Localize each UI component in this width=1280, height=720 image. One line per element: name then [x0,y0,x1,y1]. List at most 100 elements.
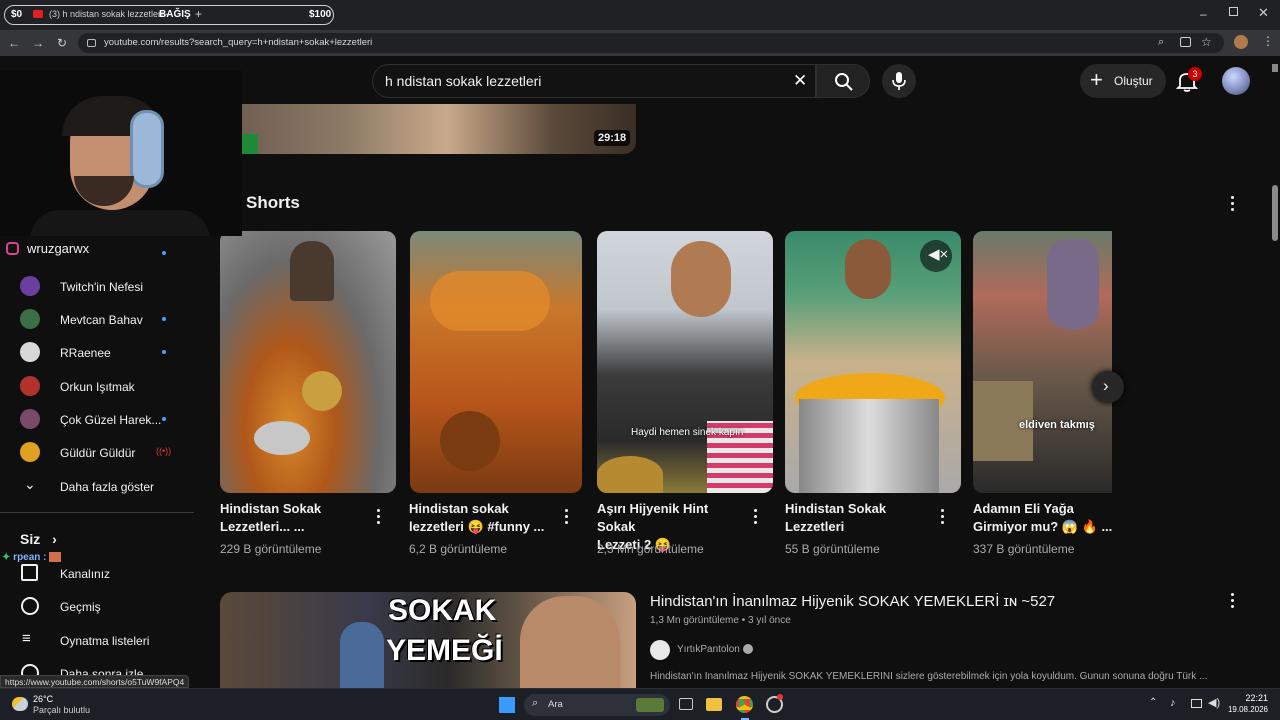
sidebar-item-your-channel[interactable]: Kanalınız [0,558,196,588]
search-button[interactable] [816,64,870,98]
channel-avatar[interactable] [650,640,670,660]
taskbar-search[interactable]: ⌕ Ara [524,694,670,716]
short-thumbnail-2[interactable] [410,231,582,493]
video-title[interactable]: Hindistan'ın İnanılmaz Hijyenik SOKAK YE… [650,593,1055,610]
search-icon: ⌕ [532,697,539,709]
shelf-menu-icon[interactable] [1231,196,1235,212]
title-line: Adamın Eli Yağa [973,501,1074,516]
short-menu-icon[interactable] [377,509,381,525]
temperature: 26°C [33,694,54,704]
title-line: Hindistan Sokak [785,501,887,516]
subscription-item[interactable]: Çok Güzel Harek... [0,404,196,434]
new-tab-icon[interactable]: + [195,7,202,21]
mute-button[interactable]: ◀× [920,240,952,272]
file-explorer-icon[interactable] [706,698,722,711]
microphone-icon [892,72,906,90]
new-content-dot [162,417,166,421]
account-avatar[interactable] [1222,67,1250,95]
forward-icon[interactable]: → [30,35,46,51]
browser-menu-icon[interactable]: ⋮ [1262,34,1274,48]
bookmark-star-icon[interactable]: ☆ [1201,35,1212,49]
site-info-icon[interactable] [87,39,96,47]
url-field[interactable]: youtube.com/results?search_query=h+ndist… [78,33,1224,53]
tray-overflow-icon[interactable]: ⌃ [1149,697,1157,708]
bowl-shape [254,421,310,455]
short-title-2[interactable]: Hindistan sokak lezzetleri 😝 #funny ... [409,500,559,536]
video-thumbnail[interactable]: SOKAK YEMEĞİ [220,592,636,688]
previous-video-thumbnail[interactable]: 29:18 [218,104,636,154]
chevron-down-icon: ⌄ [24,476,36,492]
weather-icon [12,697,28,711]
channel-avatar [20,442,40,462]
subscription-item[interactable]: RRaenee [0,337,196,367]
search-query: h ndistan sokak lezzetleri [385,73,542,89]
subscription-item[interactable]: Orkun Işıtmak [0,371,196,401]
sidebar-item-label: Kanalınız [60,567,111,581]
you-section-header[interactable]: Siz › [20,531,57,547]
show-more-button[interactable]: ⌄ Daha fazla göster [0,471,196,501]
short-menu-icon[interactable] [565,509,569,525]
task-view-icon[interactable] [679,698,693,710]
zoom-icon[interactable]: ⌕ [1158,36,1164,49]
sidebar-item-history[interactable]: Geçmiş [0,591,196,621]
video-menu-icon[interactable] [1231,593,1235,609]
scroll-up-icon[interactable] [1272,64,1278,72]
notifications-button[interactable]: 3 [1175,67,1202,94]
subscription-item[interactable]: Güldür Güldür ((•)) [0,437,196,467]
maximize-icon[interactable] [1229,7,1238,16]
clock-time[interactable]: 22:21 [1230,693,1268,703]
channel-name: RRaenee [60,346,111,360]
profile-icon[interactable] [1234,35,1248,49]
voice-search-button[interactable] [882,64,916,98]
windows-taskbar: 26°C Parçalı bulutlu ⌕ Ara ⌃ ♪ ◀) 22:21 … [0,688,1280,720]
minimize-icon[interactable]: – [1200,7,1207,21]
vendor-face [845,239,891,299]
shorts-next-button[interactable]: › [1092,371,1124,403]
display-icon[interactable] [1191,699,1202,708]
short-thumbnail-1[interactable] [220,231,396,493]
thumbnail-text-1: SOKAK [388,594,497,627]
short-overlay-text: Haydi hemen sinek kapın [631,427,744,438]
title-line: Hindistan Sokak [220,501,322,516]
short-title-5[interactable]: Adamın Eli Yağa Girmiyor mu? 😱 🔥 ... [973,500,1113,536]
channel-name: Çok Güzel Harek... [60,413,162,427]
title-line: Lezzetleri... ... [220,519,305,534]
pot-shape [440,411,500,471]
stream-username: wruzgarwx [27,241,90,256]
left-amount: $0 [11,9,23,20]
vendor-face [671,241,731,317]
short-menu-icon[interactable] [754,509,758,525]
subscription-item[interactable]: Twitch'in Nefesi [0,271,196,301]
short-menu-icon[interactable] [941,509,945,525]
short-thumbnail-3[interactable]: Haydi hemen sinek kapın [597,231,773,493]
install-app-icon[interactable] [1180,37,1191,47]
reload-icon[interactable]: ↻ [54,35,70,51]
subscription-item[interactable]: Mevtcan Bahav [0,304,196,334]
sidebar-item-playlists[interactable]: ≡ Oynatma listeleri [0,625,196,655]
short-title-4[interactable]: Hindistan Sokak Lezzetleri [785,500,935,536]
clear-search-icon[interactable]: ✕ [793,71,807,91]
microphone-icon[interactable]: ♪ [1170,697,1176,709]
channel-avatar [20,276,40,296]
short-thumbnail-5[interactable]: eldiven takmış [973,231,1112,493]
weather-widget[interactable]: 26°C Parçalı bulutlu [8,693,108,717]
windows-start-icon[interactable] [499,697,515,713]
create-button[interactable]: + Oluştur [1080,64,1166,98]
title-line: Aşırı Hijyenik Hint Sokak [597,501,709,534]
close-window-icon[interactable]: ✕ [1258,5,1269,21]
search-input[interactable]: h ndistan sokak lezzetleri ✕ [372,64,816,98]
channel-name[interactable]: YırtıkPantolon [677,644,740,655]
channel-avatar [20,409,40,429]
chrome-icon[interactable] [736,696,753,713]
clock-date[interactable]: 19.08.2026 [1222,705,1268,714]
short-thumbnail-4[interactable]: ◀× [785,231,961,493]
sidebar-item-label: Geçmiş [60,600,101,614]
you-label: Siz [20,531,41,547]
right-amount: $100 [309,9,332,20]
browser-tab[interactable]: $0 (3) h ndistan sokak lezzetleri - BAĞI… [4,5,334,25]
scrollbar-thumb[interactable] [1272,185,1278,241]
create-label: Oluştur [1114,74,1153,88]
volume-icon[interactable]: ◀) [1208,696,1220,709]
back-icon[interactable]: ← [6,35,22,51]
short-title-1[interactable]: Hindistan Sokak Lezzetleri... ... [220,500,370,536]
